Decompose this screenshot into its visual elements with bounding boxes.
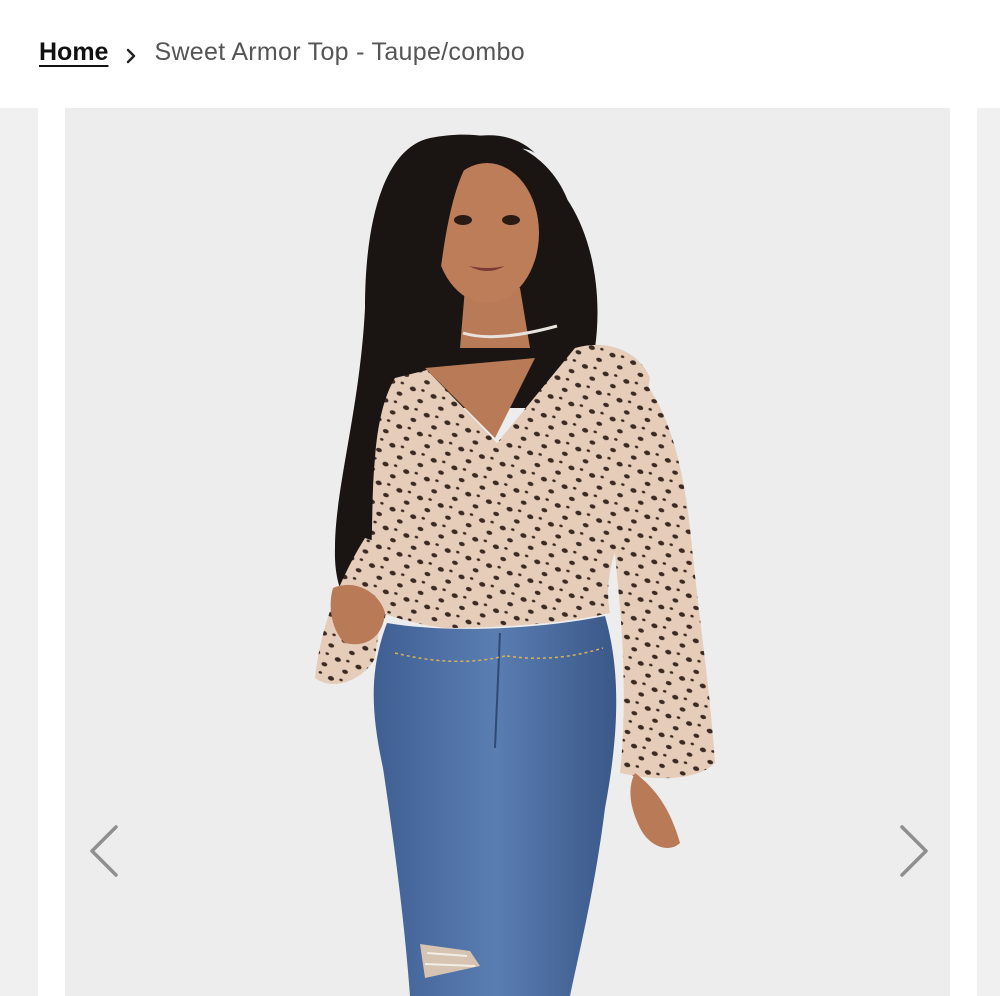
next-slide-peek[interactable]: [977, 108, 1000, 996]
chevron-right-icon: [900, 825, 928, 877]
carousel-prev-button[interactable]: [86, 823, 126, 879]
product-photo-illustration: [315, 134, 715, 996]
breadcrumb-home-link[interactable]: Home: [39, 38, 108, 67]
previous-slide-peek[interactable]: [0, 108, 38, 996]
product-image[interactable]: [65, 108, 950, 996]
chevron-right-icon: [122, 43, 140, 64]
product-image-carousel: [0, 108, 1000, 996]
chevron-left-icon: [90, 825, 118, 877]
carousel-next-button[interactable]: [892, 823, 932, 879]
breadcrumb-current-page: Sweet Armor Top - Taupe/combo: [154, 37, 525, 66]
breadcrumb: Home Sweet Armor Top - Taupe/combo: [39, 32, 525, 72]
